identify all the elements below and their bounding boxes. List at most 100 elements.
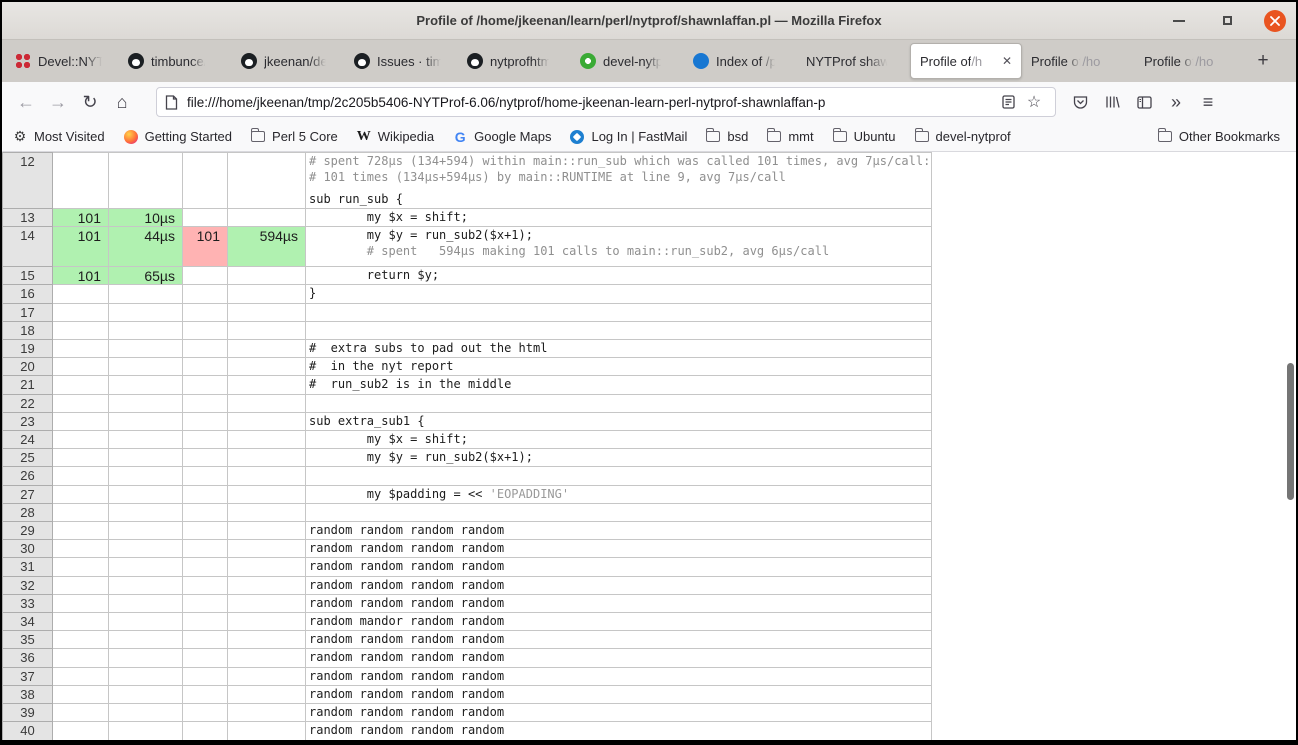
tab-3[interactable]: jkeenan/de bbox=[232, 43, 345, 79]
library-button[interactable] bbox=[1096, 87, 1128, 117]
profile-row-38: 38random random random random bbox=[3, 685, 932, 703]
time-in-subs-cell: 594µs bbox=[228, 226, 306, 266]
time-cell bbox=[109, 558, 183, 576]
close-icon bbox=[1270, 16, 1280, 26]
folder-icon bbox=[766, 129, 782, 145]
time-in-subs-cell bbox=[228, 321, 306, 339]
statements-cell bbox=[53, 467, 109, 485]
profile-row-30: 30random random random random bbox=[3, 540, 932, 558]
source-code-cell: # spent 728µs (134+594) within main::run… bbox=[306, 153, 932, 209]
calls-cell bbox=[183, 667, 228, 685]
folder-glyph bbox=[706, 131, 720, 142]
source-code-cell: # extra subs to pad out the html bbox=[306, 340, 932, 358]
bookmark-perl-5-core[interactable]: Perl 5 Core bbox=[250, 129, 338, 145]
bookmark-most-visited[interactable]: ⚙ Most Visited bbox=[12, 129, 105, 145]
profile-row-18: 18 bbox=[3, 321, 932, 339]
line-number: 27 bbox=[3, 485, 53, 503]
reload-icon: ↻ bbox=[82, 92, 97, 113]
calls-cell bbox=[183, 722, 228, 740]
minimize-icon bbox=[1173, 20, 1185, 22]
new-tab-button[interactable]: + bbox=[1248, 43, 1278, 79]
bookmark-google-maps[interactable]: GGoogle Maps bbox=[452, 129, 551, 145]
statements-cell bbox=[53, 340, 109, 358]
source-line: sub run_sub { bbox=[309, 191, 931, 207]
vertical-scrollbar[interactable] bbox=[1287, 363, 1294, 500]
time-in-subs-cell bbox=[228, 340, 306, 358]
overflow-menu-button[interactable]: » bbox=[1160, 87, 1192, 117]
tab-5[interactable]: nytprofhtm bbox=[458, 43, 571, 79]
back-icon: ← bbox=[17, 92, 35, 113]
source-code-cell: sub extra_sub1 { bbox=[306, 412, 932, 430]
time-cell bbox=[109, 485, 183, 503]
profile-row-29: 29random random random random bbox=[3, 522, 932, 540]
source-line: random random random random bbox=[309, 540, 931, 556]
url-bar[interactable]: file:///home/jkeenan/tmp/2c205b5406-NYTP… bbox=[156, 87, 1056, 117]
forward-button[interactable]: → bbox=[42, 87, 74, 117]
folder-glyph bbox=[767, 131, 781, 142]
time-in-subs-cell bbox=[228, 649, 306, 667]
code-text: my $x = shift; bbox=[309, 432, 468, 446]
maximize-button[interactable] bbox=[1216, 10, 1238, 32]
tab-10[interactable]: Profile of /ho bbox=[1022, 43, 1135, 79]
tab-1[interactable]: Devel::NYT bbox=[6, 43, 119, 79]
bookmark-label: Most Visited bbox=[34, 129, 105, 144]
bookmark-label: Log In | FastMail bbox=[591, 129, 687, 144]
source-code-cell: random random random random bbox=[306, 649, 932, 667]
bookmark-devel-nytprof[interactable]: devel-nytprof bbox=[914, 129, 1011, 145]
tab-label: Index of /p bbox=[716, 54, 777, 69]
code-text: sub run_sub { bbox=[309, 192, 403, 206]
tab-close-icon[interactable]: ✕ bbox=[998, 54, 1012, 68]
time-cell: 65µs bbox=[109, 267, 183, 285]
bookmark-wikipedia[interactable]: WWikipedia bbox=[356, 129, 434, 145]
bookmark-other-bookmarks[interactable]: Other Bookmarks bbox=[1157, 129, 1280, 145]
time-cell bbox=[109, 704, 183, 722]
bookmark-getting-started[interactable]: Getting Started bbox=[123, 129, 232, 145]
tab-4[interactable]: Issues · tim bbox=[345, 43, 458, 79]
code-text: my $y = run_sub2($x+1); bbox=[309, 450, 533, 464]
minimize-button[interactable] bbox=[1168, 10, 1190, 32]
home-button[interactable]: ⌂ bbox=[106, 87, 138, 117]
statements-cell bbox=[53, 394, 109, 412]
bookmark-ubuntu[interactable]: Ubuntu bbox=[832, 129, 896, 145]
source-line: random random random random bbox=[309, 704, 931, 720]
back-button[interactable]: ← bbox=[10, 87, 42, 117]
source-line: random random random random bbox=[309, 631, 931, 647]
bookmark-mmt[interactable]: mmt bbox=[766, 129, 813, 145]
source-code-cell: my $y = run_sub2($x+1); # spent 594µs ma… bbox=[306, 226, 932, 266]
code-text: random random random random bbox=[309, 559, 504, 573]
code-text: random random random random bbox=[309, 632, 504, 646]
profile-table: 12# spent 728µs (134+594) within main::r… bbox=[2, 152, 932, 740]
folder-icon bbox=[705, 129, 721, 145]
bookmark-label: Getting Started bbox=[145, 129, 232, 144]
folder-icon bbox=[250, 129, 266, 145]
tab-2[interactable]: timbunce/ bbox=[119, 43, 232, 79]
time-cell bbox=[109, 431, 183, 449]
close-button[interactable] bbox=[1264, 10, 1286, 32]
tab-9[interactable]: Profile of /h✕ bbox=[910, 43, 1022, 79]
profile-row-28: 28 bbox=[3, 503, 932, 521]
bookmark-star-button[interactable]: ☆ bbox=[1021, 89, 1047, 115]
tab-8[interactable]: NYTProf shaw bbox=[797, 43, 910, 79]
tab-7[interactable]: Index of /p bbox=[684, 43, 797, 79]
calls-cell bbox=[183, 522, 228, 540]
tab-6[interactable]: devel-nytp bbox=[571, 43, 684, 79]
code-text: } bbox=[309, 286, 316, 300]
statements-cell bbox=[53, 722, 109, 740]
folder-icon bbox=[832, 129, 848, 145]
reload-button[interactable]: ↻ bbox=[74, 87, 106, 117]
calls-cell bbox=[183, 704, 228, 722]
calls-cell bbox=[183, 558, 228, 576]
time-cell bbox=[109, 722, 183, 740]
code-text: random random random random bbox=[309, 541, 504, 555]
statements-cell bbox=[53, 303, 109, 321]
reader-mode-button[interactable] bbox=[995, 89, 1021, 115]
app-menu-button[interactable]: ≡ bbox=[1192, 87, 1224, 117]
source-code-cell: random random random random bbox=[306, 685, 932, 703]
bookmark-bsd[interactable]: bsd bbox=[705, 129, 748, 145]
time-cell bbox=[109, 540, 183, 558]
pocket-button[interactable] bbox=[1064, 87, 1096, 117]
gear-icon: ⚙ bbox=[12, 129, 28, 145]
sidebars-button[interactable] bbox=[1128, 87, 1160, 117]
bookmark-log-in-fastmail[interactable]: Log In | FastMail bbox=[569, 129, 687, 145]
tab-11[interactable]: Profile of /ho bbox=[1135, 43, 1248, 79]
